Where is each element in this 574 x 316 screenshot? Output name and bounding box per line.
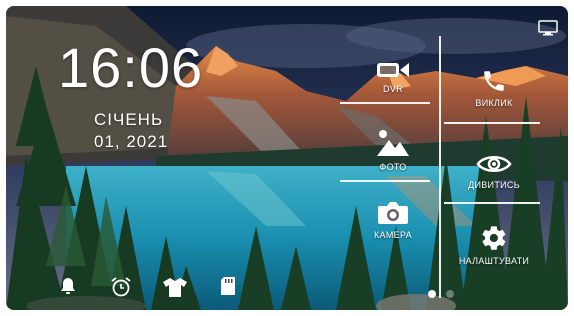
menu-divider-4: [444, 202, 540, 204]
photo-button[interactable]: ФОТО: [362, 128, 424, 172]
alarm-clock-icon[interactable]: [110, 276, 132, 303]
photo-label: ФОТО: [379, 162, 407, 172]
view-label: ДИВИТИСЬ: [468, 180, 520, 190]
screen: 16:06 СІЧЕНЬ 01, 2021 DVR ВИКЛИК ФОТО ДИ…: [6, 6, 568, 310]
eye-icon: [454, 152, 534, 178]
view-button[interactable]: ДИВИТИСЬ: [454, 152, 534, 190]
monitor-icon[interactable]: [538, 20, 558, 41]
shirt-icon[interactable]: [162, 276, 188, 303]
call-button[interactable]: ВИКЛИК: [454, 68, 534, 108]
menu-divider-vertical: [439, 36, 441, 298]
menu-divider-2: [444, 122, 540, 124]
mountain-photo-icon: [362, 128, 424, 160]
settings-label: НАЛАШТУВАТИ: [458, 256, 530, 266]
sd-card-icon[interactable]: [220, 276, 236, 301]
gear-icon: [446, 224, 542, 254]
page-indicator-inactive[interactable]: [446, 290, 454, 298]
dvr-label: DVR: [383, 84, 403, 94]
clock-time: 16:06: [58, 36, 204, 99]
camera-icon: [362, 200, 424, 228]
menu-divider-1: [340, 102, 430, 104]
dvr-button[interactable]: DVR: [362, 60, 424, 94]
video-camera-icon: [362, 60, 424, 82]
date-day-year: 01, 2021: [94, 132, 169, 151]
phone-icon: [454, 68, 534, 96]
bell-icon[interactable]: [58, 276, 78, 301]
menu-divider-3: [340, 180, 430, 182]
settings-button[interactable]: НАЛАШТУВАТИ: [446, 224, 542, 266]
camera-label: КАМЕРА: [374, 230, 412, 240]
camera-button[interactable]: КАМЕРА: [362, 200, 424, 240]
call-label: ВИКЛИК: [475, 98, 513, 108]
date-month: СІЧЕНЬ: [94, 110, 164, 129]
page-indicator-active[interactable]: [428, 290, 436, 298]
